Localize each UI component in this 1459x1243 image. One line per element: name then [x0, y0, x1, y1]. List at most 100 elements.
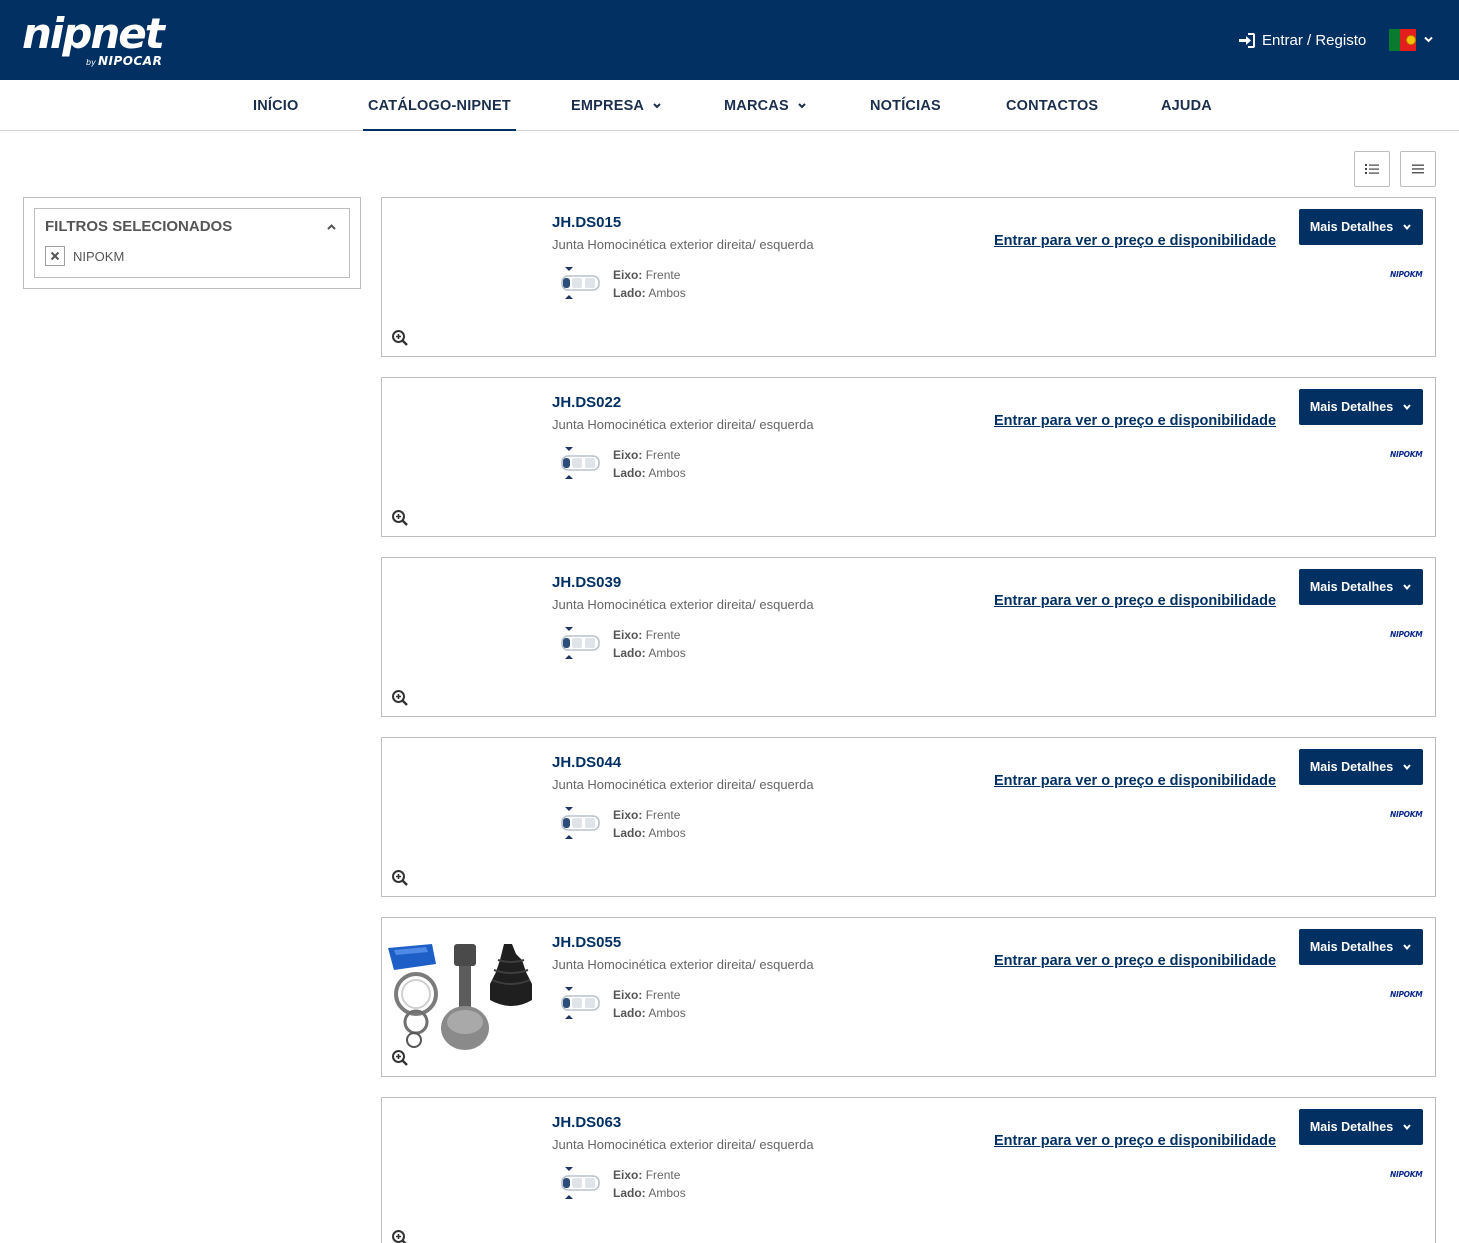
nav-label: CONTACTOS	[1006, 97, 1099, 114]
product-image[interactable]	[386, 760, 536, 875]
list-view-button[interactable]	[1354, 151, 1390, 187]
product-code[interactable]: JH.DS015	[552, 214, 621, 231]
chevron-down-icon[interactable]	[1423, 34, 1434, 45]
nipnet-logo[interactable]: nipnet by NIPOCAR	[22, 12, 192, 72]
login-price-link[interactable]: Entrar para ver o preço e disponibilidad…	[994, 1133, 1276, 1149]
more-details-label: Mais Detalhes	[1309, 220, 1394, 234]
more-details-label: Mais Detalhes	[1309, 1120, 1394, 1134]
more-details-label: Mais Detalhes	[1309, 940, 1394, 954]
product-card: JH.DS055 Junta Homocinética exterior dir…	[381, 917, 1436, 1077]
spec-side: Lado: Ambos	[613, 1006, 686, 1020]
product-code[interactable]: JH.DS055	[552, 934, 621, 951]
spec-axle: Eixo: Frente	[613, 448, 681, 462]
car-axle-icon	[561, 1167, 600, 1199]
chevron-down-icon	[1403, 1124, 1411, 1131]
brand-logo: NIPOKM	[1390, 1170, 1423, 1179]
nav-label: MARCAS	[724, 97, 789, 114]
close-icon	[50, 251, 60, 261]
spec-side: Lado: Ambos	[613, 286, 686, 300]
chevron-up-icon[interactable]	[326, 222, 337, 233]
product-image[interactable]	[386, 580, 536, 695]
product-card: JH.DS063 Junta Homocinética exterior dir…	[381, 1097, 1436, 1243]
brand-logo: NIPOKM	[1390, 990, 1423, 999]
product-image[interactable]	[386, 400, 536, 515]
product-description: Junta Homocinética exterior direita/ esq…	[552, 1137, 814, 1152]
product-code[interactable]: JH.DS044	[552, 754, 621, 771]
chevron-down-icon	[1403, 224, 1411, 231]
zoom-in-icon[interactable]	[391, 689, 409, 707]
product-description: Junta Homocinética exterior direita/ esq…	[552, 237, 814, 252]
product-image[interactable]	[386, 1120, 536, 1235]
zoom-in-icon[interactable]	[391, 329, 409, 347]
nav-item-marcas[interactable]: MARCAS	[724, 80, 807, 131]
nav-item-ajuda[interactable]: AJUDA	[1161, 80, 1212, 131]
zoom-in-icon[interactable]	[391, 509, 409, 527]
more-details-label: Mais Detalhes	[1309, 400, 1394, 414]
zoom-in-icon[interactable]	[391, 1049, 409, 1067]
login-register-link[interactable]: Entrar / Registo	[1238, 30, 1366, 50]
login-price-link[interactable]: Entrar para ver o preço e disponibilidad…	[994, 233, 1276, 249]
more-details-label: Mais Detalhes	[1309, 580, 1394, 594]
login-price-link[interactable]: Entrar para ver o preço e disponibilidad…	[994, 413, 1276, 429]
more-details-button[interactable]: Mais Detalhes	[1299, 389, 1423, 425]
spec-axle: Eixo: Frente	[613, 1168, 681, 1182]
brand-logo: NIPOKM	[1390, 630, 1423, 639]
chevron-down-icon	[653, 102, 661, 108]
chevron-down-icon	[1403, 764, 1411, 771]
zoom-in-icon[interactable]	[391, 869, 409, 887]
car-axle-icon	[561, 267, 600, 299]
login-price-link[interactable]: Entrar para ver o preço e disponibilidad…	[994, 593, 1276, 609]
car-axle-icon	[561, 447, 600, 479]
brand-logo: NIPOKM	[1390, 270, 1423, 279]
login-label: Entrar / Registo	[1262, 31, 1367, 49]
filter-chip-nipokm[interactable]: NIPOKM	[45, 246, 124, 266]
nav-item-catalogo[interactable]: CATÁLOGO-NIPNET	[363, 80, 516, 131]
sign-in-icon	[1239, 32, 1255, 48]
zoom-in-icon[interactable]	[391, 1229, 409, 1243]
compact-list-icon	[1412, 164, 1424, 174]
chevron-down-icon	[1403, 944, 1411, 951]
car-axle-icon	[561, 807, 600, 839]
nav-item-noticias[interactable]: NOTÍCIAS	[870, 80, 941, 131]
more-details-button[interactable]: Mais Detalhes	[1299, 749, 1423, 785]
spec-axle: Eixo: Frente	[613, 808, 681, 822]
product-code[interactable]: JH.DS022	[552, 394, 621, 411]
product-code[interactable]: JH.DS039	[552, 574, 621, 591]
remove-filter-button[interactable]	[45, 246, 65, 266]
more-details-button[interactable]: Mais Detalhes	[1299, 569, 1423, 605]
product-card: JH.DS039 Junta Homocinética exterior dir…	[381, 557, 1436, 717]
product-description: Junta Homocinética exterior direita/ esq…	[552, 957, 814, 972]
car-axle-icon	[561, 987, 600, 1019]
product-description: Junta Homocinética exterior direita/ esq…	[552, 417, 814, 432]
more-details-label: Mais Detalhes	[1309, 760, 1394, 774]
spec-axle: Eixo: Frente	[613, 268, 681, 282]
portugal-flag-icon[interactable]	[1389, 29, 1416, 51]
selected-filters-box: FILTROS SELECIONADOS NIPOKM	[34, 208, 350, 278]
login-price-link[interactable]: Entrar para ver o preço e disponibilidad…	[994, 773, 1276, 789]
nav-item-empresa[interactable]: EMPRESA	[571, 80, 662, 131]
more-details-button[interactable]: Mais Detalhes	[1299, 1109, 1423, 1145]
chevron-down-icon	[1403, 584, 1411, 591]
product-code[interactable]: JH.DS063	[552, 1114, 621, 1131]
logo-by: by	[86, 58, 96, 67]
cv-joint-kit-image	[388, 944, 532, 1050]
top-header: nipnet by NIPOCAR Entrar / Registo	[0, 0, 1459, 80]
more-details-button[interactable]: Mais Detalhes	[1299, 929, 1423, 965]
filter-chip-label: NIPOKM	[73, 248, 125, 264]
login-price-link[interactable]: Entrar para ver o preço e disponibilidad…	[994, 953, 1276, 969]
brand-logo: NIPOKM	[1390, 810, 1423, 819]
filters-panel: FILTROS SELECIONADOS NIPOKM	[23, 197, 361, 289]
more-details-button[interactable]: Mais Detalhes	[1299, 209, 1423, 245]
brand-logo: NIPOKM	[1390, 450, 1423, 459]
spec-axle: Eixo: Frente	[613, 628, 681, 642]
product-image[interactable]	[386, 940, 536, 1055]
compact-view-button[interactable]	[1400, 151, 1436, 187]
spec-side: Lado: Ambos	[613, 1186, 686, 1200]
spec-side: Lado: Ambos	[613, 466, 686, 480]
nav-item-contactos[interactable]: CONTACTOS	[1006, 80, 1098, 131]
product-card: JH.DS022 Junta Homocinética exterior dir…	[381, 377, 1436, 537]
nav-label: NOTÍCIAS	[870, 97, 941, 114]
nav-item-inicio[interactable]: INÍCIO	[253, 80, 299, 131]
product-image[interactable]	[386, 220, 536, 335]
spec-side: Lado: Ambos	[613, 646, 686, 660]
